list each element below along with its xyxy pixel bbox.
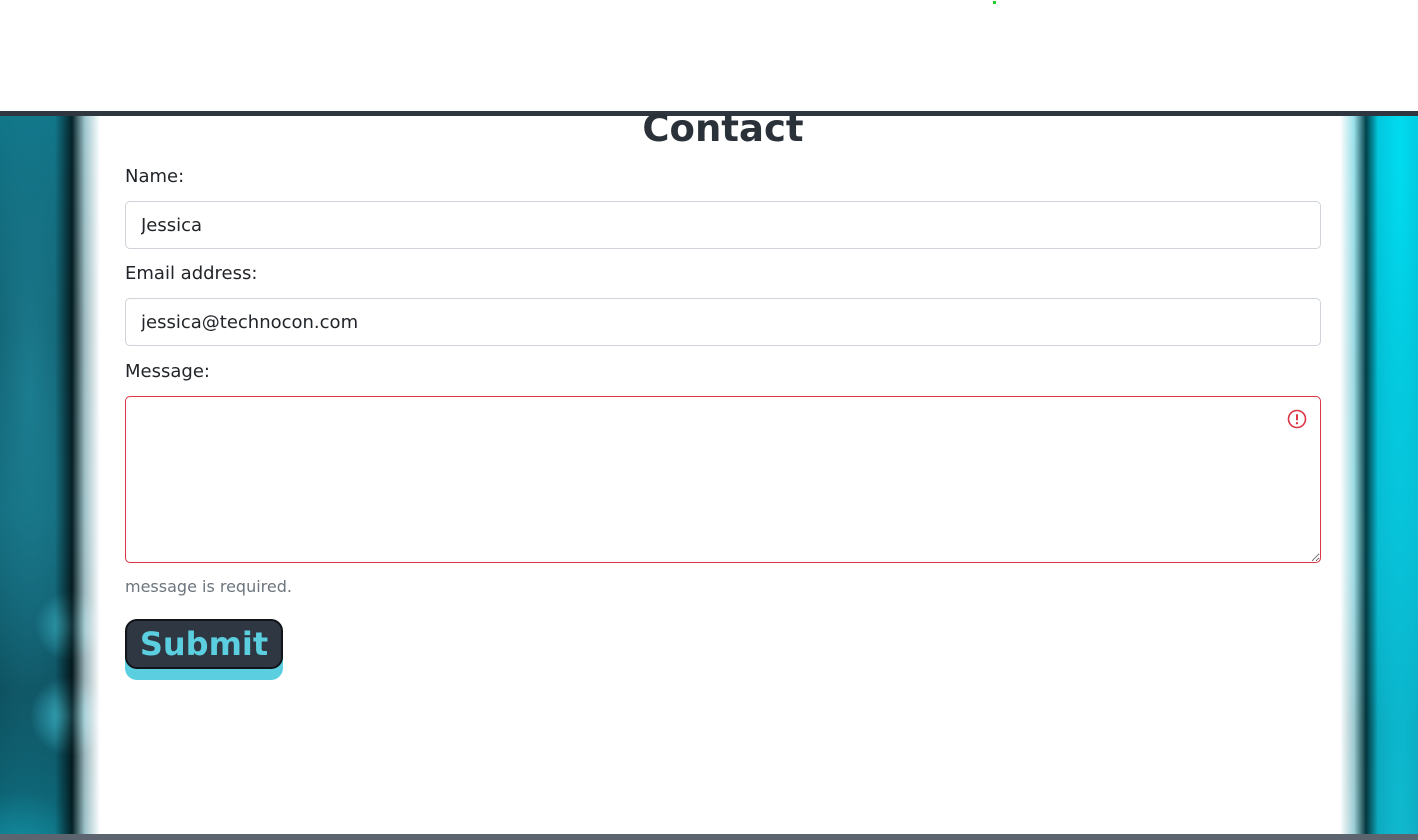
background-image-left <box>0 116 100 834</box>
email-label: Email address: <box>125 263 258 284</box>
top-header-area <box>0 0 1418 111</box>
submit-button[interactable]: Submit <box>125 619 283 669</box>
message-label: Message: <box>125 361 210 382</box>
name-label: Name: <box>125 166 185 187</box>
indicator-dot <box>993 1 996 4</box>
email-input[interactable] <box>125 298 1321 346</box>
name-input[interactable] <box>125 201 1321 249</box>
background-image-right <box>1340 116 1418 834</box>
message-error-text: message is required. <box>125 577 292 596</box>
exclamation-circle-icon <box>1287 409 1307 429</box>
page-title: Contact <box>642 107 804 150</box>
footer-bar <box>0 834 1418 840</box>
message-textarea[interactable] <box>125 396 1321 563</box>
